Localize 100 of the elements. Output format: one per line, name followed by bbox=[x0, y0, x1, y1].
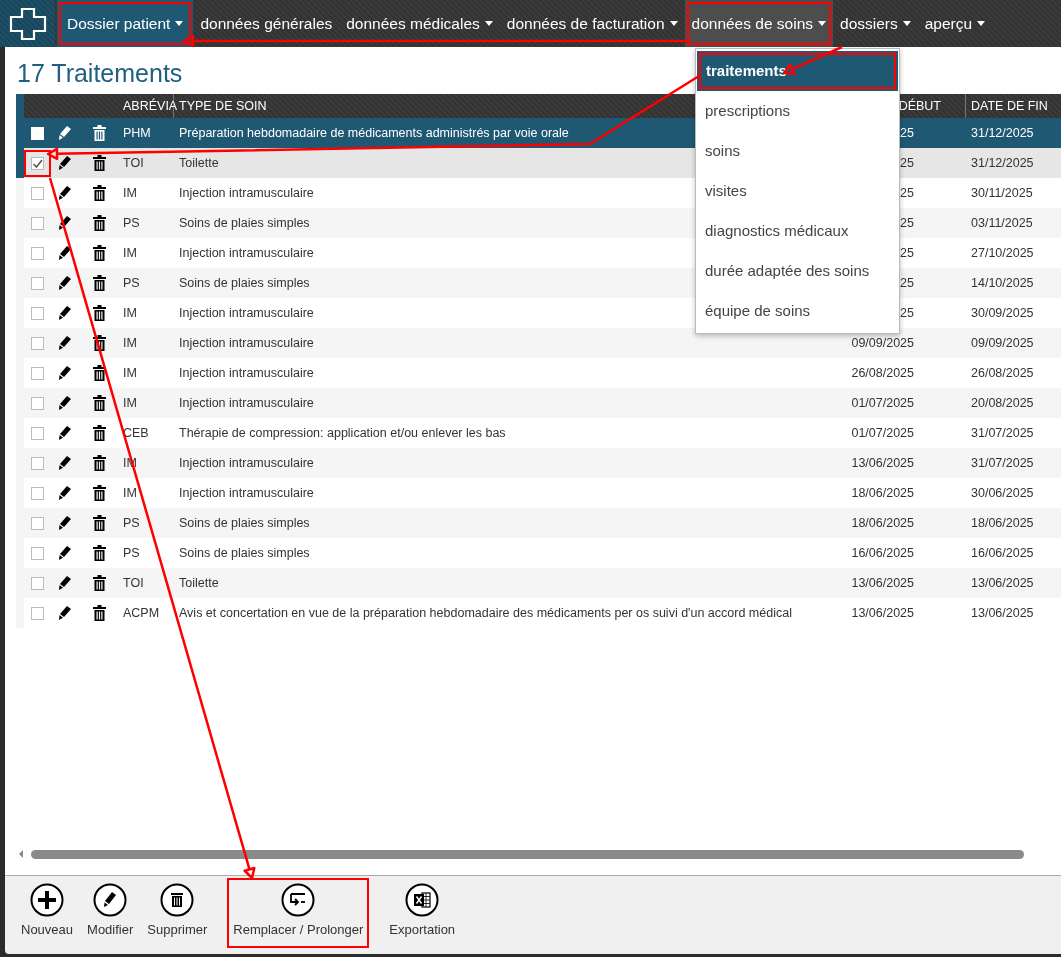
table-cell-text: 13/06/2025 bbox=[970, 606, 1035, 620]
row-checkbox[interactable] bbox=[30, 336, 44, 350]
pencil-icon[interactable] bbox=[58, 485, 72, 501]
pencil-icon[interactable] bbox=[58, 305, 72, 321]
trash-icon[interactable] bbox=[92, 365, 106, 381]
trash-icon[interactable] bbox=[92, 515, 106, 531]
table-cell-text: IM bbox=[122, 486, 138, 500]
table-cell-text: IM bbox=[122, 396, 138, 410]
nav-menu-item[interactable]: données générales bbox=[193, 0, 340, 47]
row-checkbox[interactable] bbox=[30, 396, 44, 410]
table-cell: Avis et concertation en vue de la préparation hebdomadaire des médicaments per os suivi d'un accord médical bbox=[179, 606, 792, 620]
trash-icon[interactable] bbox=[92, 485, 106, 501]
pencil-icon[interactable] bbox=[58, 545, 72, 561]
pencil-icon[interactable] bbox=[58, 365, 72, 381]
replace-icon bbox=[281, 883, 316, 917]
row-checkbox[interactable] bbox=[30, 276, 44, 290]
table-cell: 26/08/2025 bbox=[851, 366, 914, 380]
table-row[interactable]: IM Injection intramusculaire 01/07/2025 20/08/2025 bbox=[16, 388, 1061, 418]
table-row[interactable]: IM Injection intramusculaire 09/09/2025 09/09/2025 bbox=[16, 328, 1061, 358]
trash-icon[interactable] bbox=[92, 425, 106, 441]
pencil-icon[interactable] bbox=[58, 275, 72, 291]
pencil-icon[interactable] bbox=[58, 185, 72, 201]
toolbar-button[interactable]: Remplacer / Prolonger bbox=[229, 880, 368, 946]
table-cell: Soins de plaies simples bbox=[179, 216, 310, 230]
row-checkbox[interactable] bbox=[30, 576, 44, 590]
toolbar-button[interactable]: Nouveau bbox=[17, 880, 78, 946]
row-checkbox[interactable] bbox=[30, 546, 44, 560]
table-row[interactable]: ACPM Avis et concertation en vue de la préparation hebdomadaire des médicaments per os suivi d'un accord médical 13/06/2025 13/06/2025 bbox=[16, 598, 1061, 628]
table-cell-text: 03/11/2025 bbox=[970, 216, 1034, 230]
trash-icon[interactable] bbox=[92, 155, 106, 171]
table-cell-text: IM bbox=[122, 306, 138, 320]
trash-icon[interactable] bbox=[92, 125, 106, 141]
trash-icon[interactable] bbox=[92, 245, 106, 261]
dropdown-item[interactable]: traitements bbox=[697, 51, 898, 91]
scrollbar-thumb[interactable] bbox=[31, 849, 1024, 859]
pencil-icon[interactable] bbox=[58, 575, 72, 591]
nav-menu-item[interactable]: Dossier patient bbox=[57, 0, 194, 47]
table-cell: Soins de plaies simples bbox=[179, 276, 310, 290]
nav-menu-item[interactable]: données de facturation bbox=[499, 0, 685, 47]
table-cell-text: 14/10/2025 bbox=[970, 276, 1035, 290]
toolbar-button[interactable]: Modifier bbox=[83, 880, 138, 946]
trash-icon[interactable] bbox=[92, 275, 106, 291]
pencil-icon[interactable] bbox=[58, 215, 72, 231]
pencil-icon[interactable] bbox=[58, 245, 72, 261]
table-cell: Soins de plaies simples bbox=[179, 516, 310, 530]
pencil-icon[interactable] bbox=[58, 605, 72, 621]
row-checkbox[interactable] bbox=[30, 516, 44, 530]
row-checkbox[interactable] bbox=[30, 456, 44, 470]
table-cell-text: 20/08/2025 bbox=[970, 396, 1035, 410]
trash-icon[interactable] bbox=[92, 335, 106, 351]
scroll-left-icon[interactable] bbox=[19, 850, 23, 858]
table-cell-text: 27/10/2025 bbox=[970, 246, 1035, 260]
nav-menu-item[interactable]: aperçu bbox=[917, 0, 993, 47]
pencil-icon[interactable] bbox=[58, 155, 72, 171]
pencil-icon bbox=[93, 883, 128, 917]
pencil-icon[interactable] bbox=[58, 395, 72, 411]
table-cell: 25 bbox=[900, 276, 914, 290]
table-cell-text: 16/06/2025 bbox=[970, 546, 1035, 560]
table-cell-text: 18/06/2025 bbox=[970, 516, 1035, 530]
trash-icon[interactable] bbox=[92, 185, 106, 201]
table-cell-text: 30/06/2025 bbox=[970, 486, 1035, 500]
trash-icon[interactable] bbox=[92, 305, 106, 321]
table-cell-text: 31/12/2025 bbox=[970, 126, 1035, 140]
trash-icon[interactable] bbox=[92, 575, 106, 591]
pencil-icon[interactable] bbox=[58, 125, 72, 141]
row-checkbox[interactable] bbox=[30, 606, 44, 620]
nav-menu-item[interactable]: données médicales bbox=[339, 0, 500, 47]
row-checkbox[interactable] bbox=[30, 306, 44, 320]
trash-icon[interactable] bbox=[92, 605, 106, 621]
pencil-icon[interactable] bbox=[58, 455, 72, 471]
pencil-icon[interactable] bbox=[58, 425, 72, 441]
row-checkbox[interactable] bbox=[30, 156, 44, 170]
table-cell: 25 bbox=[900, 306, 914, 320]
table-cell: Soins de plaies simples bbox=[179, 546, 310, 560]
trash-icon[interactable] bbox=[92, 545, 106, 561]
toolbar-button[interactable]: Supprimer bbox=[143, 880, 212, 946]
table-cell-text: PHM bbox=[122, 126, 152, 140]
toolbar-button[interactable]: Exportation bbox=[385, 880, 460, 946]
table-row[interactable]: TOI Toilette 13/06/2025 13/06/2025 bbox=[16, 568, 1061, 598]
table-cell-text: TOI bbox=[122, 576, 145, 590]
table-cell: Thérapie de compression: application et/ou enlever les bas bbox=[179, 426, 506, 440]
pencil-icon[interactable] bbox=[58, 335, 72, 351]
trash-icon[interactable] bbox=[92, 215, 106, 231]
row-checkbox[interactable] bbox=[30, 186, 44, 200]
nav-menu-item[interactable]: données de soins bbox=[684, 0, 834, 47]
nav-menu-item[interactable]: dossiers bbox=[833, 0, 918, 47]
row-checkbox[interactable] bbox=[30, 366, 44, 380]
row-checkbox[interactable] bbox=[30, 486, 44, 500]
row-checkbox[interactable] bbox=[30, 216, 44, 230]
table-cell: 01/07/2025 bbox=[851, 396, 914, 410]
trash-icon[interactable] bbox=[92, 455, 106, 471]
cross-icon bbox=[8, 6, 47, 41]
row-checkbox[interactable] bbox=[30, 426, 44, 440]
pencil-icon[interactable] bbox=[58, 515, 72, 531]
table-cell: 16/06/2025 bbox=[851, 546, 914, 560]
table-cell: 25 bbox=[900, 186, 914, 200]
table-row[interactable]: PS Soins de plaies simples 18/06/2025 18/06/2025 bbox=[16, 508, 1061, 538]
trash-icon[interactable] bbox=[92, 395, 106, 411]
row-checkbox[interactable] bbox=[30, 246, 44, 260]
table-cell: Injection intramusculaire bbox=[179, 336, 314, 350]
